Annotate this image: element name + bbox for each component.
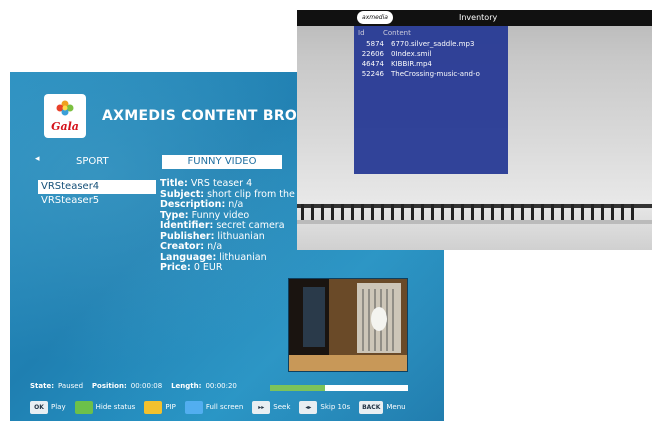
column-id: Id: [358, 29, 365, 37]
full-screen-label: Full screen: [205, 403, 244, 411]
video-frame-image: [289, 279, 407, 371]
item-list: VRSteaser4 VRSteaser5: [38, 180, 156, 208]
category-sport[interactable]: SPORT: [76, 156, 109, 167]
table-row[interactable]: 52246 TheCrossing-music-and-o: [354, 70, 508, 80]
table-row[interactable]: 22606 0Index.smil: [354, 50, 508, 60]
row-id: 46474: [361, 60, 384, 68]
skip-key-icon[interactable]: ◂▸: [299, 400, 318, 414]
row-content: 6770.silver_saddle.mp3: [391, 40, 475, 48]
logo-text: Gala: [51, 120, 79, 133]
length-label: Length:: [171, 382, 202, 390]
playback-status: State: Paused Position: 00:00:08 Length: 00…: [30, 382, 241, 390]
menu-label: Menu: [386, 403, 406, 411]
progress-bar[interactable]: [270, 385, 408, 391]
inventory-list-panel: Id Content 5874 6770.silver_saddle.mp3 226…: [354, 26, 508, 174]
flower-icon: [56, 100, 74, 116]
progress-fill: [270, 385, 326, 391]
inventory-window: axmedia Inventory Id Content 5874 6770.sil…: [297, 10, 652, 250]
gala-logo: Gala: [44, 94, 86, 138]
category-left-arrow-icon[interactable]: ◂: [35, 154, 40, 164]
hide-status-label: Hide status: [95, 403, 136, 411]
column-content: Content: [383, 29, 411, 37]
seek-label: Seek: [273, 403, 291, 411]
blue-key[interactable]: [184, 400, 203, 414]
skip-label: Skip 10s: [320, 403, 351, 411]
state-value: Paused: [58, 382, 84, 390]
pip-label: PIP: [165, 403, 176, 411]
play-label: Play: [51, 403, 66, 411]
row-id: 5874: [366, 40, 384, 48]
row-id: 22606: [361, 50, 384, 58]
list-item[interactable]: VRSteaser4: [38, 180, 156, 194]
position-label: Position:: [91, 382, 127, 390]
row-id: 52246: [361, 70, 384, 78]
axmedia-logo: axmedia: [357, 11, 393, 24]
video-preview[interactable]: [288, 278, 408, 372]
list-item[interactable]: VRSteaser5: [38, 194, 156, 208]
position-value: 00:00:08: [130, 382, 163, 390]
row-content: 0Index.smil: [391, 50, 432, 58]
detail-price: Price: 0 EUR: [160, 262, 223, 273]
back-key[interactable]: BACK: [359, 400, 384, 414]
table-row[interactable]: 46474 KIBBIR.mp4: [354, 60, 508, 70]
state-label: State:: [30, 382, 55, 390]
remote-control-legend: OK Play Hide status PIP Full screen ▸▸ S…: [30, 400, 415, 414]
inventory-header: Id Content: [358, 29, 411, 37]
inventory-title: Inventory: [459, 13, 498, 22]
length-value: 00:00:20: [205, 382, 237, 390]
green-key[interactable]: [74, 400, 93, 414]
row-content: KIBBIR.mp4: [391, 60, 432, 68]
table-row[interactable]: 5874 6770.silver_saddle.mp3: [354, 40, 508, 50]
ok-key[interactable]: OK: [30, 400, 48, 414]
seek-key-icon[interactable]: ▸▸: [252, 400, 271, 414]
yellow-key[interactable]: [144, 400, 163, 414]
category-funny-video[interactable]: FUNNY VIDEO: [162, 155, 282, 169]
row-content: TheCrossing-music-and-o: [391, 70, 480, 78]
pier-image: [297, 204, 652, 224]
